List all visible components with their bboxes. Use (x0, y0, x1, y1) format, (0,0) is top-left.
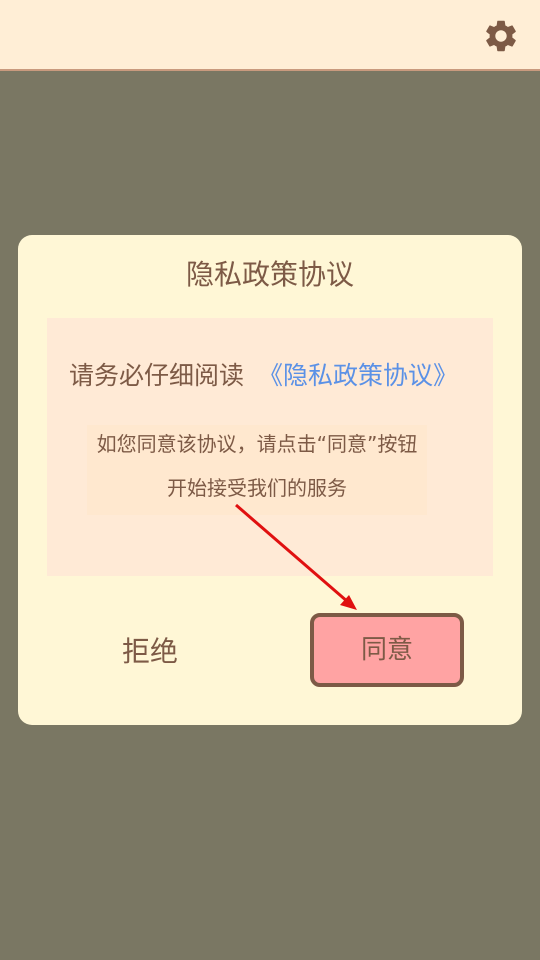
top-bar (0, 0, 540, 71)
agree-button[interactable]: 同意 (310, 613, 464, 687)
read-notice: 请务必仔细阅读 《隐私政策协议》 (69, 356, 458, 396)
privacy-dialog: 隐私政策协议 请务必仔细阅读 《隐私政策协议》 如您同意该协议，请点击“同意”按钮… (18, 235, 522, 725)
read-notice-text: 请务必仔细阅读 (69, 361, 245, 390)
dialog-title: 隐私政策协议 (185, 258, 354, 291)
privacy-policy-link[interactable]: 《隐私政策协议》 (258, 361, 458, 390)
agree-hint-line-2: 开始接受我们的服务 (167, 476, 347, 500)
gear-icon[interactable] (482, 17, 520, 55)
dialog-content: 请务必仔细阅读 《隐私政策协议》 如您同意该协议，请点击“同意”按钮 开始接受我们… (47, 318, 493, 576)
reject-button[interactable]: 拒绝 (110, 628, 190, 676)
agree-hint-line-1: 如您同意该协议，请点击“同意”按钮 (96, 432, 418, 456)
agree-hint: 如您同意该协议，请点击“同意”按钮 开始接受我们的服务 (87, 425, 427, 515)
